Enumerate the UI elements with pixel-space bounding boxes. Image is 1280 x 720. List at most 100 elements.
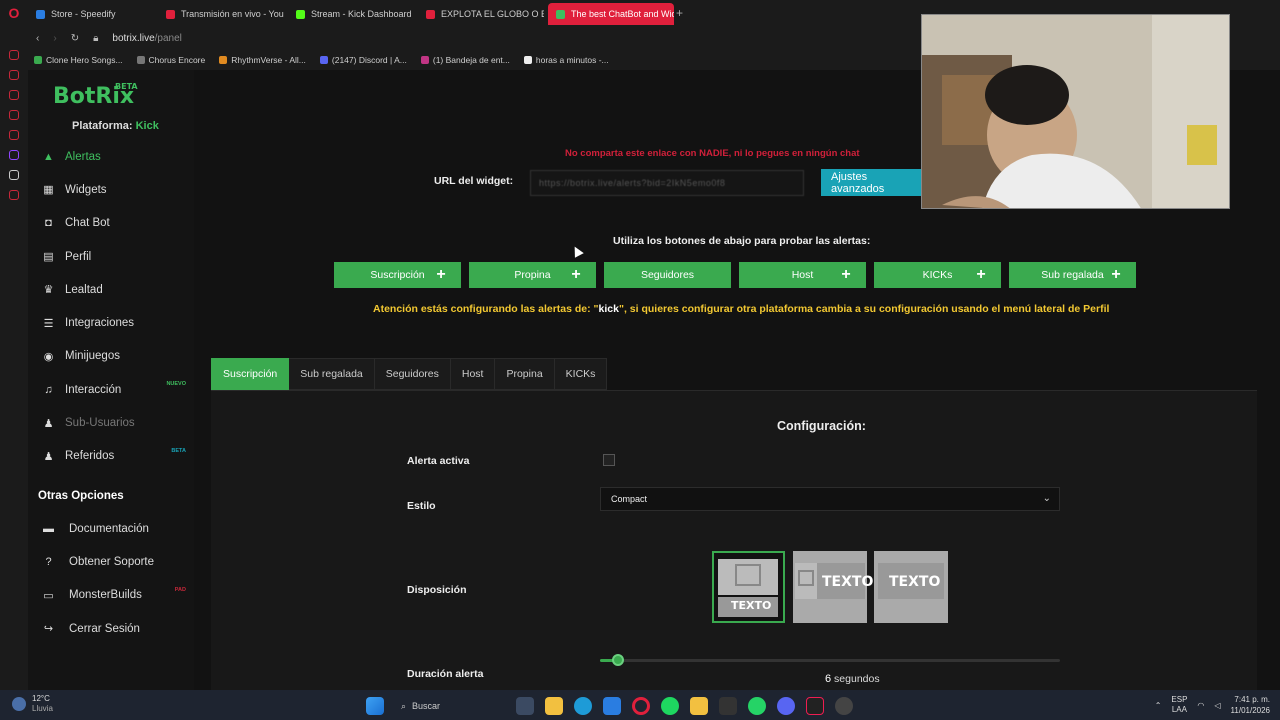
lock-icon: 🔒︎ [93, 32, 99, 44]
test-alert-button[interactable]: Seguidores [604, 262, 731, 288]
history-icon[interactable] [9, 70, 19, 80]
bookmark-label: RhythmVerse - All... [231, 55, 306, 65]
windows-start-icon[interactable] [366, 697, 384, 715]
epic-games-icon[interactable] [719, 697, 737, 715]
back-icon[interactable]: ‹ [36, 33, 39, 44]
new-tab-button[interactable]: + [676, 6, 683, 20]
messenger-icon[interactable] [9, 50, 19, 60]
sidebar-item-interacci-n[interactable]: ♫ Interacción NUEVO [28, 373, 194, 406]
beta-badge: BETA [115, 82, 138, 91]
bookmark-item[interactable]: Clone Hero Songs... [34, 55, 123, 65]
widget-url-field[interactable]: https://botrix.live/alerts?bid=2IkN5emo0… [530, 170, 804, 196]
bag-icon[interactable] [9, 90, 19, 100]
sidebar-item-minijuegos[interactable]: ◉ Minijuegos [28, 340, 194, 373]
config-tab[interactable]: KICKs [554, 358, 608, 390]
store-icon[interactable] [603, 697, 621, 715]
browser-tab[interactable]: The best ChatBot and Wid [548, 3, 674, 25]
bookmark-item[interactable]: Chorus Encore [136, 55, 205, 65]
test-alert-button[interactable]: KICKs + [874, 262, 1001, 288]
webcam-overlay [921, 14, 1230, 209]
sidebar-item-label: Chat Bot [65, 217, 110, 230]
widgets-icon[interactable] [516, 697, 534, 715]
url-field[interactable]: botrix.live/panel [112, 33, 182, 44]
browser-tab[interactable]: Stream - Kick Dashboard [288, 3, 414, 25]
alert-active-label: Alerta activa [407, 455, 470, 467]
twitch-icon[interactable] [9, 150, 19, 160]
edge-icon[interactable] [574, 697, 592, 715]
config-tab[interactable]: Host [450, 358, 496, 390]
bookmark-favicon-icon [319, 56, 328, 64]
taskbar-search[interactable]: ⌕ Buscar [395, 696, 505, 716]
x-icon[interactable] [9, 170, 19, 180]
whatsapp-icon[interactable] [748, 697, 766, 715]
bookmark-item[interactable]: RhythmVerse - All... [219, 55, 306, 65]
sidebar-item-documentaci-n[interactable]: ▬ Documentación [28, 512, 194, 545]
test-alert-button[interactable]: Suscripción + [334, 262, 461, 288]
language-indicator[interactable]: ESP LAA [1171, 695, 1187, 715]
duration-slider-thumb[interactable] [612, 654, 625, 666]
layout-option[interactable]: TEXTO [793, 551, 873, 623]
bookmark-item[interactable]: (2147) Discord | A... [319, 55, 407, 65]
browser-tab[interactable]: Transmisión en vivo - You [158, 3, 284, 25]
reload-icon[interactable]: ↻ [71, 33, 79, 44]
advanced-settings-button[interactable]: Ajustes avanzados [821, 169, 921, 196]
browser-tab[interactable]: Store - Speedify [28, 3, 154, 25]
sidebar-item-perfil[interactable]: ▤ Perfil [28, 240, 194, 273]
style-select[interactable]: Compact ⌄ [600, 487, 1060, 511]
opera-logo-icon[interactable]: O [0, 0, 28, 26]
music-app-icon[interactable] [9, 130, 19, 140]
clock[interactable]: 7:41 p. m. 11/01/2026 [1231, 694, 1270, 716]
chat-icon[interactable] [9, 110, 19, 120]
plus-icon: + [976, 266, 986, 283]
sidebar-item-integraciones[interactable]: ☰ Integraciones [28, 306, 194, 339]
config-tab[interactable]: Suscripción [211, 358, 290, 390]
test-alert-label: Propina [514, 269, 551, 281]
sidebar: BotRix BETA Plataforma: Kick ▲ Alertas ▦ Wid… [28, 70, 194, 690]
spotify-icon[interactable] [661, 697, 679, 715]
test-alert-button[interactable]: Sub regalada + [1009, 262, 1136, 288]
test-alert-button[interactable]: Host + [739, 262, 866, 288]
sidebar-item-monsterbuilds[interactable]: ▭ MonsterBuilds PAD [28, 579, 194, 612]
volume-icon[interactable]: ◁ [1214, 701, 1220, 710]
config-tab[interactable]: Seguidores [374, 358, 451, 390]
alert-active-checkbox[interactable] [603, 454, 615, 466]
chevron-down-icon: ⌄ [1042, 493, 1051, 504]
sidebar-item-chat-bot[interactable]: ◘ Chat Bot [28, 207, 194, 240]
settings-icon[interactable] [9, 190, 19, 200]
opera-icon[interactable] [632, 697, 650, 715]
sidebar-item-cerrar-sesi-n[interactable]: ↪ Cerrar Sesión [28, 612, 194, 645]
sidebar-item-sub-usuarios[interactable]: ♟ Sub-Usuarios [28, 406, 194, 439]
bookmark-item[interactable]: horas a minutos -... [523, 55, 609, 65]
folder-icon[interactable] [690, 697, 708, 715]
discord-icon[interactable] [777, 697, 795, 715]
bookmark-item[interactable]: (1) Bandeja de ent... [420, 55, 510, 65]
wifi-icon[interactable]: ◠ [1197, 701, 1204, 710]
file-explorer-icon[interactable] [545, 697, 563, 715]
chevron-up-icon[interactable]: ⌃ [1155, 701, 1162, 710]
obs-icon[interactable] [835, 697, 853, 715]
system-tray: ⌃ ESP LAA ◠ ◁ 7:41 p. m. 11/01/2026 [1155, 694, 1270, 716]
config-tabs: Suscripción Sub regalada Seguidores Host Pro… [211, 358, 608, 390]
music-icon: ♫ [44, 383, 53, 396]
config-tab[interactable]: Propina [495, 358, 555, 390]
config-tab[interactable]: Sub regalada [289, 358, 375, 390]
sidebar-item-lealtad[interactable]: ♛ Lealtad [28, 273, 194, 306]
sidebar-item-widgets[interactable]: ▦ Widgets [28, 173, 194, 206]
book-icon: ▬ [43, 522, 54, 535]
test-alert-button[interactable]: Propina + [469, 262, 596, 288]
warning-icon: ▲ [43, 150, 54, 163]
sidebar-item-label: Interacción [65, 383, 122, 396]
windows-taskbar: 12°C Lluvia ⌕ Buscar ⌃ ESP LAA ◠ ◁ 7:41 p. … [0, 690, 1280, 720]
tiktok-icon[interactable] [806, 697, 824, 715]
sidebar-item-referidos[interactable]: ♟ Referidos BETA [28, 440, 194, 473]
layout-option[interactable]: TEXTO [712, 551, 785, 623]
weather-widget[interactable]: 12°C Lluvia [12, 694, 53, 714]
sidebar-item-obtener-soporte[interactable]: ? Obtener Soporte [28, 545, 194, 578]
forward-icon[interactable]: › [53, 33, 56, 44]
browser-tab[interactable]: EXPLOTA EL GLOBO O EN [418, 3, 544, 25]
plus-icon: + [841, 266, 851, 283]
sidebar-item-alertas[interactable]: ▲ Alertas [28, 140, 194, 173]
duration-slider[interactable] [600, 654, 1060, 666]
layout-option[interactable]: TEXTO [874, 551, 948, 623]
botrix-logo[interactable]: BotRix BETA [53, 82, 138, 109]
